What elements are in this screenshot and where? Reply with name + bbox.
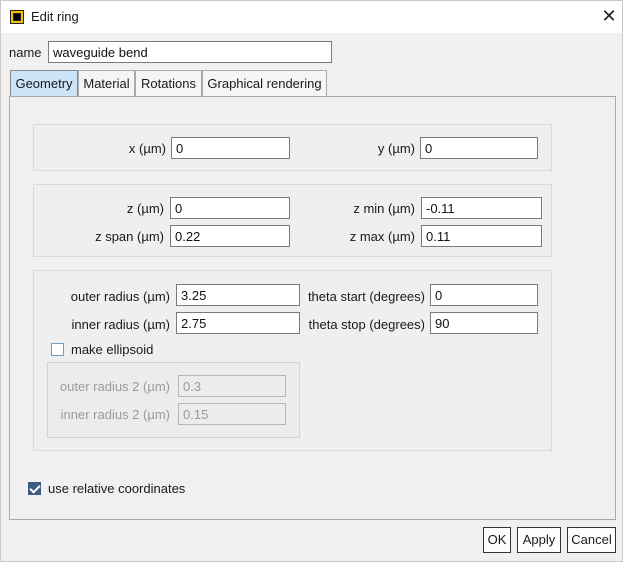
z-min-label: z min (µm) <box>353 201 415 216</box>
edit-ring-dialog: Edit ring ✕ name Geometry Material Rotat… <box>0 0 623 562</box>
name-label: name <box>9 45 42 60</box>
theta-start-label: theta start (degrees) <box>307 289 425 304</box>
z-input[interactable] <box>170 197 290 219</box>
geometry-panel: x (µm) y (µm) z (µm) z min (µm) z span (… <box>9 96 616 520</box>
y-label: y (µm) <box>377 141 415 156</box>
tab-graphical-rendering[interactable]: Graphical rendering <box>202 70 327 97</box>
tab-rotations[interactable]: Rotations <box>135 70 202 97</box>
use-relative-coordinates-label: use relative coordinates <box>48 481 186 496</box>
make-ellipsoid-label: make ellipsoid <box>71 342 154 357</box>
outer-radius-2-label: outer radius 2 (µm) <box>59 379 170 394</box>
z-min-input[interactable] <box>421 197 542 219</box>
make-ellipsoid-checkbox[interactable] <box>51 343 64 356</box>
theta-stop-input[interactable] <box>430 312 538 334</box>
z-max-label: z max (µm) <box>349 229 415 244</box>
outer-radius-input[interactable] <box>176 284 300 306</box>
window-title: Edit ring <box>31 9 79 24</box>
tab-material[interactable]: Material <box>78 70 135 97</box>
title-bar: Edit ring ✕ <box>1 1 622 33</box>
x-input[interactable] <box>171 137 290 159</box>
app-icon <box>10 10 24 24</box>
y-input[interactable] <box>420 137 538 159</box>
radius-group: outer radius (µm) theta start (degrees) … <box>33 270 552 451</box>
outer-radius-label: outer radius (µm) <box>70 289 170 304</box>
z-span-input[interactable] <box>170 225 290 247</box>
ellipsoid-group: outer radius 2 (µm) inner radius 2 (µm) <box>47 362 300 438</box>
close-icon[interactable]: ✕ <box>599 6 619 26</box>
apply-button[interactable]: Apply <box>517 527 561 553</box>
x-label: x (µm) <box>128 141 166 156</box>
theta-start-input[interactable] <box>430 284 538 306</box>
z-span-label: z span (µm) <box>95 229 164 244</box>
xy-group: x (µm) y (µm) <box>33 124 552 171</box>
theta-stop-label: theta stop (degrees) <box>308 317 425 332</box>
inner-radius-input[interactable] <box>176 312 300 334</box>
z-group: z (µm) z min (µm) z span (µm) z max (µm) <box>33 184 552 257</box>
name-input[interactable] <box>48 41 332 63</box>
z-max-input[interactable] <box>421 225 542 247</box>
ok-button[interactable]: OK <box>483 527 511 553</box>
z-label: z (µm) <box>126 201 164 216</box>
inner-radius-2-label: inner radius 2 (µm) <box>60 407 170 422</box>
outer-radius-2-input <box>178 375 286 397</box>
cancel-button[interactable]: Cancel <box>567 527 616 553</box>
tab-geometry[interactable]: Geometry <box>10 70 78 97</box>
inner-radius-label: inner radius (µm) <box>71 317 170 332</box>
use-relative-coordinates-checkbox[interactable] <box>28 482 41 495</box>
inner-radius-2-input <box>178 403 286 425</box>
